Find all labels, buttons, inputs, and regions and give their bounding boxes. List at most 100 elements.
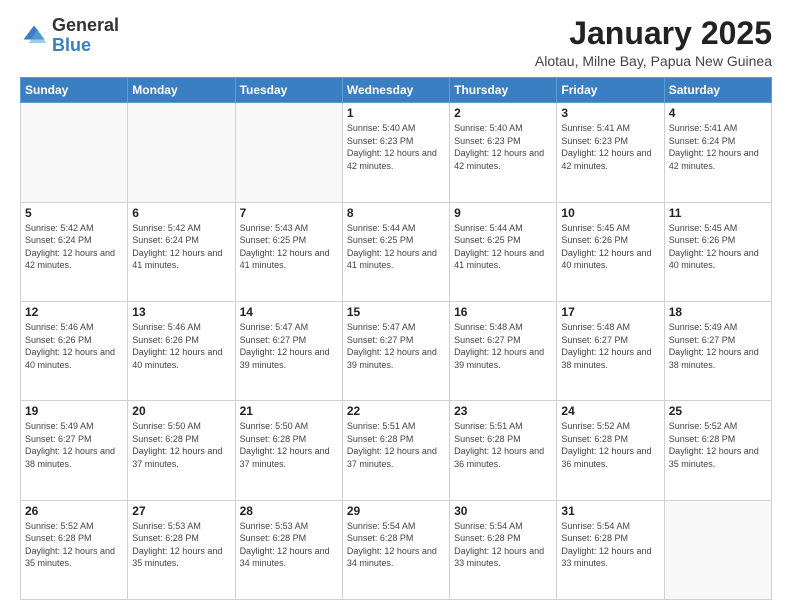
day-info: Sunrise: 5:41 AM Sunset: 6:24 PM Dayligh… bbox=[669, 122, 767, 172]
calendar-cell bbox=[664, 500, 771, 599]
day-number: 23 bbox=[454, 404, 552, 418]
calendar-cell: 4 Sunrise: 5:41 AM Sunset: 6:24 PM Daylig… bbox=[664, 103, 771, 202]
week-row-4: 26 Sunrise: 5:52 AM Sunset: 6:28 PM Dayli… bbox=[21, 500, 772, 599]
logo-blue: Blue bbox=[52, 35, 91, 55]
day-info: Sunrise: 5:50 AM Sunset: 6:28 PM Dayligh… bbox=[132, 420, 230, 470]
page: General Blue January 2025 Alotau, Milne … bbox=[0, 0, 792, 612]
day-info: Sunrise: 5:52 AM Sunset: 6:28 PM Dayligh… bbox=[25, 520, 123, 570]
day-number: 13 bbox=[132, 305, 230, 319]
logo-icon bbox=[20, 22, 48, 50]
day-number: 2 bbox=[454, 106, 552, 120]
logo-general: General bbox=[52, 15, 119, 35]
calendar-title: January 2025 bbox=[535, 16, 772, 51]
calendar-cell: 12Sunrise: 5:46 AM Sunset: 6:26 PM Dayli… bbox=[21, 301, 128, 400]
day-info: Sunrise: 5:45 AM Sunset: 6:26 PM Dayligh… bbox=[669, 222, 767, 272]
logo-text: General Blue bbox=[52, 16, 119, 56]
logo: General Blue bbox=[20, 16, 119, 56]
day-number: 27 bbox=[132, 504, 230, 518]
day-info: Sunrise: 5:40 AM Sunset: 6:23 PM Dayligh… bbox=[454, 122, 552, 172]
calendar-cell: 31Sunrise: 5:54 AM Sunset: 6:28 PM Dayli… bbox=[557, 500, 664, 599]
calendar-cell bbox=[128, 103, 235, 202]
weekday-header-tuesday: Tuesday bbox=[235, 78, 342, 103]
day-info: Sunrise: 5:45 AM Sunset: 6:26 PM Dayligh… bbox=[561, 222, 659, 272]
calendar-cell: 17 Sunrise: 5:48 AM Sunset: 6:27 PM Dayli… bbox=[557, 301, 664, 400]
day-info: Sunrise: 5:44 AM Sunset: 6:25 PM Dayligh… bbox=[454, 222, 552, 272]
day-info: Sunrise: 5:50 AM Sunset: 6:28 PM Dayligh… bbox=[240, 420, 338, 470]
day-number: 14 bbox=[240, 305, 338, 319]
day-info: Sunrise: 5:53 AM Sunset: 6:28 PM Dayligh… bbox=[132, 520, 230, 570]
calendar-cell: 5 Sunrise: 5:42 AM Sunset: 6:24 PM Daylig… bbox=[21, 202, 128, 301]
header: General Blue January 2025 Alotau, Milne … bbox=[20, 16, 772, 69]
week-row-3: 19 Sunrise: 5:49 AM Sunset: 6:27 PM Dayli… bbox=[21, 401, 772, 500]
calendar-cell: 3Sunrise: 5:41 AM Sunset: 6:23 PM Daylig… bbox=[557, 103, 664, 202]
weekday-header-monday: Monday bbox=[128, 78, 235, 103]
weekday-header-saturday: Saturday bbox=[664, 78, 771, 103]
weekday-header-wednesday: Wednesday bbox=[342, 78, 449, 103]
day-number: 17 bbox=[561, 305, 659, 319]
calendar-cell: 27 Sunrise: 5:53 AM Sunset: 6:28 PM Dayli… bbox=[128, 500, 235, 599]
day-info: Sunrise: 5:54 AM Sunset: 6:28 PM Dayligh… bbox=[454, 520, 552, 570]
day-number: 11 bbox=[669, 206, 767, 220]
day-number: 9 bbox=[454, 206, 552, 220]
day-number: 21 bbox=[240, 404, 338, 418]
calendar-cell: 30 Sunrise: 5:54 AM Sunset: 6:28 PM Dayli… bbox=[450, 500, 557, 599]
calendar-cell: 24 Sunrise: 5:52 AM Sunset: 6:28 PM Dayli… bbox=[557, 401, 664, 500]
calendar-cell: 19 Sunrise: 5:49 AM Sunset: 6:27 PM Dayli… bbox=[21, 401, 128, 500]
day-number: 19 bbox=[25, 404, 123, 418]
day-number: 10 bbox=[561, 206, 659, 220]
calendar-cell: 13 Sunrise: 5:46 AM Sunset: 6:26 PM Dayli… bbox=[128, 301, 235, 400]
day-number: 31 bbox=[561, 504, 659, 518]
calendar-cell: 16Sunrise: 5:48 AM Sunset: 6:27 PM Dayli… bbox=[450, 301, 557, 400]
day-info: Sunrise: 5:53 AM Sunset: 6:28 PM Dayligh… bbox=[240, 520, 338, 570]
calendar-cell: 28Sunrise: 5:53 AM Sunset: 6:28 PM Dayli… bbox=[235, 500, 342, 599]
calendar-cell: 22 Sunrise: 5:51 AM Sunset: 6:28 PM Dayli… bbox=[342, 401, 449, 500]
day-info: Sunrise: 5:47 AM Sunset: 6:27 PM Dayligh… bbox=[347, 321, 445, 371]
calendar-cell: 9 Sunrise: 5:44 AM Sunset: 6:25 PM Daylig… bbox=[450, 202, 557, 301]
day-info: Sunrise: 5:42 AM Sunset: 6:24 PM Dayligh… bbox=[25, 222, 123, 272]
day-info: Sunrise: 5:51 AM Sunset: 6:28 PM Dayligh… bbox=[347, 420, 445, 470]
calendar-cell: 6Sunrise: 5:42 AM Sunset: 6:24 PM Daylig… bbox=[128, 202, 235, 301]
day-info: Sunrise: 5:47 AM Sunset: 6:27 PM Dayligh… bbox=[240, 321, 338, 371]
day-number: 25 bbox=[669, 404, 767, 418]
day-number: 24 bbox=[561, 404, 659, 418]
calendar-cell: 2 Sunrise: 5:40 AM Sunset: 6:23 PM Daylig… bbox=[450, 103, 557, 202]
day-number: 20 bbox=[132, 404, 230, 418]
week-row-0: 1 Sunrise: 5:40 AM Sunset: 6:23 PM Daylig… bbox=[21, 103, 772, 202]
calendar-cell bbox=[235, 103, 342, 202]
day-info: Sunrise: 5:46 AM Sunset: 6:26 PM Dayligh… bbox=[132, 321, 230, 371]
calendar-cell bbox=[21, 103, 128, 202]
day-number: 7 bbox=[240, 206, 338, 220]
day-number: 6 bbox=[132, 206, 230, 220]
day-number: 30 bbox=[454, 504, 552, 518]
day-info: Sunrise: 5:49 AM Sunset: 6:27 PM Dayligh… bbox=[25, 420, 123, 470]
day-info: Sunrise: 5:49 AM Sunset: 6:27 PM Dayligh… bbox=[669, 321, 767, 371]
day-number: 8 bbox=[347, 206, 445, 220]
day-info: Sunrise: 5:41 AM Sunset: 6:23 PM Dayligh… bbox=[561, 122, 659, 172]
day-info: Sunrise: 5:44 AM Sunset: 6:25 PM Dayligh… bbox=[347, 222, 445, 272]
day-info: Sunrise: 5:54 AM Sunset: 6:28 PM Dayligh… bbox=[347, 520, 445, 570]
day-number: 22 bbox=[347, 404, 445, 418]
calendar-cell: 18 Sunrise: 5:49 AM Sunset: 6:27 PM Dayli… bbox=[664, 301, 771, 400]
calendar-cell: 10 Sunrise: 5:45 AM Sunset: 6:26 PM Dayli… bbox=[557, 202, 664, 301]
calendar-subtitle: Alotau, Milne Bay, Papua New Guinea bbox=[535, 53, 772, 69]
calendar-cell: 26 Sunrise: 5:52 AM Sunset: 6:28 PM Dayli… bbox=[21, 500, 128, 599]
header-right: January 2025 Alotau, Milne Bay, Papua Ne… bbox=[535, 16, 772, 69]
calendar-table: SundayMondayTuesdayWednesdayThursdayFrid… bbox=[20, 77, 772, 600]
day-number: 15 bbox=[347, 305, 445, 319]
day-number: 4 bbox=[669, 106, 767, 120]
calendar-cell: 8 Sunrise: 5:44 AM Sunset: 6:25 PM Daylig… bbox=[342, 202, 449, 301]
day-info: Sunrise: 5:43 AM Sunset: 6:25 PM Dayligh… bbox=[240, 222, 338, 272]
calendar-cell: 1 Sunrise: 5:40 AM Sunset: 6:23 PM Daylig… bbox=[342, 103, 449, 202]
calendar-cell: 11 Sunrise: 5:45 AM Sunset: 6:26 PM Dayli… bbox=[664, 202, 771, 301]
weekday-header-thursday: Thursday bbox=[450, 78, 557, 103]
day-number: 5 bbox=[25, 206, 123, 220]
day-info: Sunrise: 5:52 AM Sunset: 6:28 PM Dayligh… bbox=[669, 420, 767, 470]
weekday-header-sunday: Sunday bbox=[21, 78, 128, 103]
day-info: Sunrise: 5:52 AM Sunset: 6:28 PM Dayligh… bbox=[561, 420, 659, 470]
day-info: Sunrise: 5:48 AM Sunset: 6:27 PM Dayligh… bbox=[561, 321, 659, 371]
day-number: 1 bbox=[347, 106, 445, 120]
day-info: Sunrise: 5:40 AM Sunset: 6:23 PM Dayligh… bbox=[347, 122, 445, 172]
day-number: 18 bbox=[669, 305, 767, 319]
day-number: 26 bbox=[25, 504, 123, 518]
calendar-cell: 7 Sunrise: 5:43 AM Sunset: 6:25 PM Daylig… bbox=[235, 202, 342, 301]
